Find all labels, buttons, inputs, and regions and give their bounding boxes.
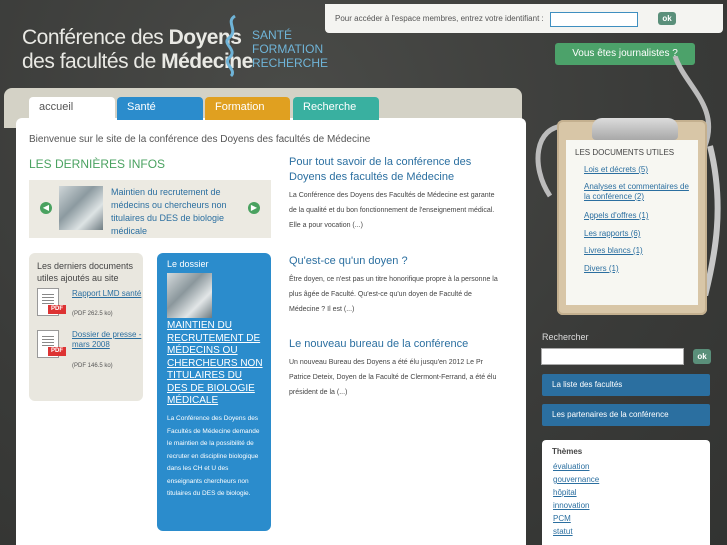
news-slider: ◀ Maintien du recrutement de médecins ou… — [29, 180, 271, 238]
member-login-label: Pour accéder à l'espace membres, entrez … — [335, 14, 544, 23]
recent-documents-box: Les derniers documents utiles ajoutés au… — [29, 253, 143, 401]
theme-link[interactable]: PCM — [553, 514, 571, 523]
logo-tag-recherche: RECHERCHE — [252, 56, 329, 70]
clipboard-clip-icon — [592, 118, 678, 140]
dossier-label: Le dossier — [167, 259, 209, 269]
logo-tag-sante: SANTÉ — [252, 28, 293, 42]
useful-documents-heading: LES DOCUMENTS UTILES — [575, 148, 675, 157]
dossier-title-link[interactable]: MAINTIEN DU RECRUTEMENT DE MÉDECINS OU C… — [167, 320, 265, 408]
useful-doc-link[interactable]: Analyses et commentaires de la conférenc… — [584, 182, 694, 202]
pdf-icon: PDF — [37, 288, 66, 316]
themes-box: Thèmes évaluation gouvernance hôpital in… — [542, 440, 710, 545]
tab-sante[interactable]: Santé — [117, 97, 203, 120]
useful-doc-link[interactable]: Les rapports (6) — [584, 229, 694, 239]
search-input[interactable] — [541, 348, 684, 365]
recent-documents-title: Les derniers documents utiles ajoutés au… — [37, 261, 134, 283]
next-arrow-icon[interactable]: ▶ — [248, 202, 260, 214]
article-title-link[interactable]: Pour tout savoir de la conférence des Do… — [289, 155, 489, 185]
useful-doc-link[interactable]: Appels d'offres (1) — [584, 211, 694, 221]
theme-link[interactable]: statut — [553, 527, 573, 536]
dossier-box: Le dossier MAINTIEN DU RECRUTEMENT DE MÉ… — [157, 253, 271, 531]
news-thumbnail[interactable] — [59, 186, 103, 230]
search-label: Rechercher — [542, 332, 589, 342]
latest-news-title: LES DERNIÈRES INFOS — [29, 157, 166, 171]
tab-formation[interactable]: Formation — [205, 97, 290, 120]
theme-link[interactable]: évaluation — [553, 462, 589, 471]
partners-button[interactable]: Les partenaires de la conférence — [542, 404, 710, 426]
search-ok-button[interactable]: ok — [693, 349, 711, 364]
logo-line-1: Conférence des Doyens — [22, 26, 242, 49]
tab-recherche[interactable]: Recherche — [293, 97, 379, 120]
theme-link[interactable]: innovation — [553, 501, 589, 510]
article-title-link[interactable]: Le nouveau bureau de la conférence — [289, 337, 489, 352]
member-login-bar: Pour accéder à l'espace membres, entrez … — [325, 4, 723, 33]
tab-accueil[interactable]: accueil — [29, 97, 115, 123]
doc-size: (PDF 146.5 ko) — [72, 363, 113, 369]
doc-link-dossier-presse[interactable]: Dossier de presse - mars 2008 — [72, 330, 142, 350]
dossier-thumbnail[interactable] — [167, 273, 212, 318]
welcome-text: Bienvenue sur le site de la conférence d… — [29, 134, 371, 145]
logo-squiggle-icon — [225, 14, 236, 78]
article-title-link[interactable]: Qu'est-ce qu'un doyen ? — [289, 254, 489, 269]
previous-arrow-icon[interactable]: ◀ — [40, 202, 52, 214]
faculties-list-button[interactable]: La liste des facultés — [542, 374, 710, 396]
pdf-icon: PDF — [37, 330, 66, 358]
member-ok-button[interactable]: ok — [658, 12, 676, 25]
doc-link-rapport-lmd[interactable]: Rapport LMD santé — [72, 289, 142, 299]
useful-doc-link[interactable]: Livres blancs (1) — [584, 246, 694, 256]
article-excerpt: La Conférence des Doyens des Facultés de… — [289, 192, 495, 229]
logo-tag-formation: FORMATION — [252, 42, 324, 56]
article-excerpt: Un nouveau Bureau des Doyens a été élu j… — [289, 359, 497, 396]
dossier-text: La Conférence des Doyens des Facultés de… — [167, 415, 260, 497]
member-id-input[interactable] — [550, 12, 638, 27]
doc-size: (PDF 262.5 ko) — [72, 311, 113, 317]
useful-doc-link[interactable]: Lois et décrets (5) — [584, 165, 694, 175]
themes-title: Thèmes — [552, 447, 583, 456]
useful-doc-link[interactable]: Divers (1) — [584, 264, 694, 274]
theme-link[interactable]: hôpital — [553, 488, 577, 497]
logo-line-2: des facultés de Médecine — [22, 50, 253, 73]
theme-link[interactable]: gouvernance — [553, 475, 599, 484]
article-excerpt: Être doyen, ce n'est pas un titre honori… — [289, 276, 498, 313]
news-item-link[interactable]: Maintien du recrutement de médecins ou c… — [111, 186, 241, 238]
